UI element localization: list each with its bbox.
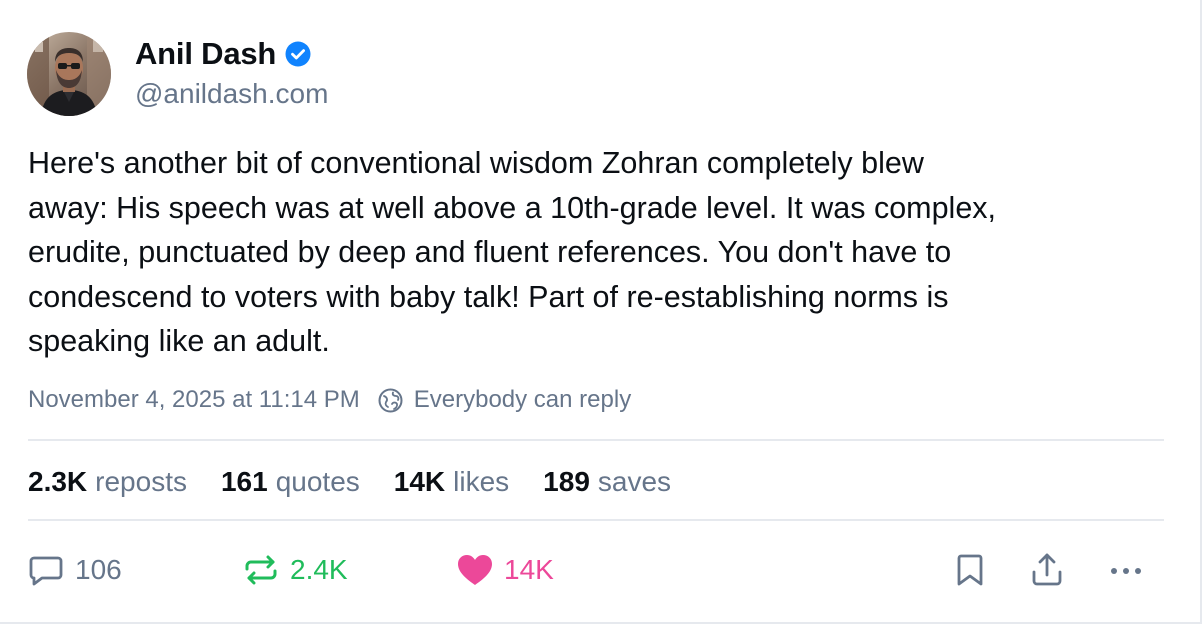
stat-reposts[interactable]: 2.3K reposts	[28, 466, 187, 498]
post-meta: November 4, 2025 at 11:14 PM Everybody c…	[28, 383, 631, 417]
more-dots-icon	[1106, 550, 1146, 590]
more-options-button[interactable]	[1106, 548, 1146, 592]
stat-count: 161	[220, 466, 268, 497]
repost-count: 2.4K	[290, 554, 348, 585]
author-name-row: Anil Dash	[135, 34, 311, 74]
reply-setting[interactable]: Everybody can reply	[414, 386, 631, 414]
bookmark-button[interactable]	[950, 548, 990, 592]
stat-label: reposts	[95, 466, 187, 497]
like-button[interactable]: 14K	[455, 548, 554, 592]
divider	[28, 439, 1164, 441]
reply-button[interactable]: 106	[26, 548, 122, 592]
stat-saves[interactable]: 189 saves	[543, 466, 671, 498]
stat-label: likes	[453, 466, 510, 497]
post-timestamp[interactable]: November 4, 2025 at 11:14 PM	[28, 386, 360, 414]
repost-icon	[241, 550, 281, 590]
like-count: 14K	[504, 554, 554, 585]
share-button[interactable]	[1027, 548, 1067, 592]
stat-count: 2.3K	[28, 466, 88, 497]
repost-button[interactable]: 2.4K	[241, 548, 348, 592]
reply-count: 106	[75, 554, 122, 585]
verified-check-icon	[285, 41, 311, 67]
share-icon	[1027, 550, 1067, 590]
stat-quotes[interactable]: 161 quotes	[221, 466, 360, 498]
speech-bubble-icon	[26, 550, 66, 590]
bookmark-icon	[950, 550, 990, 590]
author-handle[interactable]: @anildash.com	[135, 78, 328, 110]
stat-count: 189	[543, 466, 590, 497]
post-text: Here's another bit of conventional wisdo…	[28, 146, 997, 358]
avatar[interactable]	[27, 32, 111, 116]
stat-label: saves	[597, 466, 672, 497]
stat-likes[interactable]: 14K likes	[394, 466, 509, 498]
heart-icon	[455, 550, 495, 590]
globe-people-icon	[377, 387, 404, 414]
engagement-stats: 2.3K reposts 161 quotes 14K likes 189 sa…	[28, 463, 705, 501]
author-display-name[interactable]: Anil Dash	[135, 36, 276, 72]
stat-label: quotes	[275, 466, 360, 497]
avatar-photo	[27, 32, 111, 116]
stat-count: 14K	[393, 466, 446, 497]
divider	[28, 519, 1164, 521]
